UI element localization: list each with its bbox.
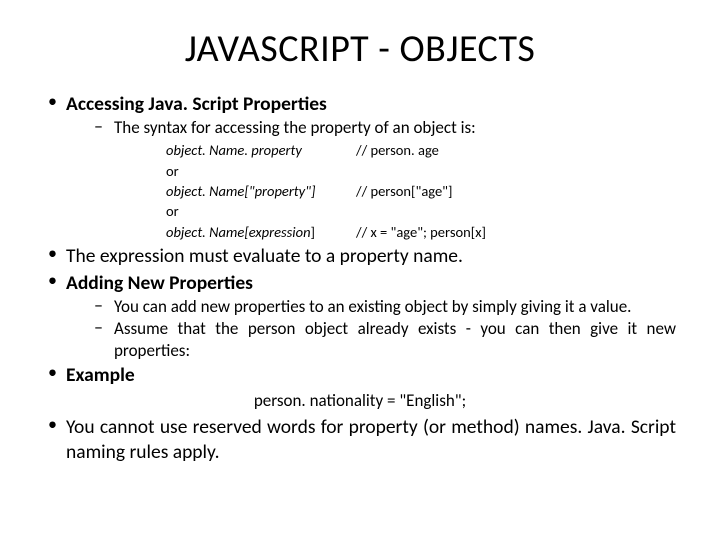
sub-syntax: The syntax for accessing the property of… — [92, 117, 676, 242]
sub-add-1: You can add new properties to an existin… — [92, 296, 676, 317]
bullet-adding: Adding New Properties You can add new pr… — [44, 271, 676, 361]
bullet-example: Example — [44, 363, 676, 388]
bullet-accessing: Accessing Java. Script Properties The sy… — [44, 92, 676, 242]
code-block: object. Name. property // person. age or… — [114, 140, 676, 241]
bullet-expression: The expression must evaluate to a proper… — [44, 244, 676, 269]
example-code: person. nationality = "English"; — [44, 390, 676, 411]
bullet-adding-heading: Adding New Properties — [66, 271, 253, 295]
bullet-reserved: You cannot use reserved words for proper… — [44, 415, 676, 465]
page-title: JAVASCRIPT - OBJECTS — [44, 26, 676, 72]
bullet-accessing-heading: Accessing Java. Script Properties — [66, 92, 327, 116]
sub-add-2: Assume that the person object already ex… — [92, 318, 676, 361]
